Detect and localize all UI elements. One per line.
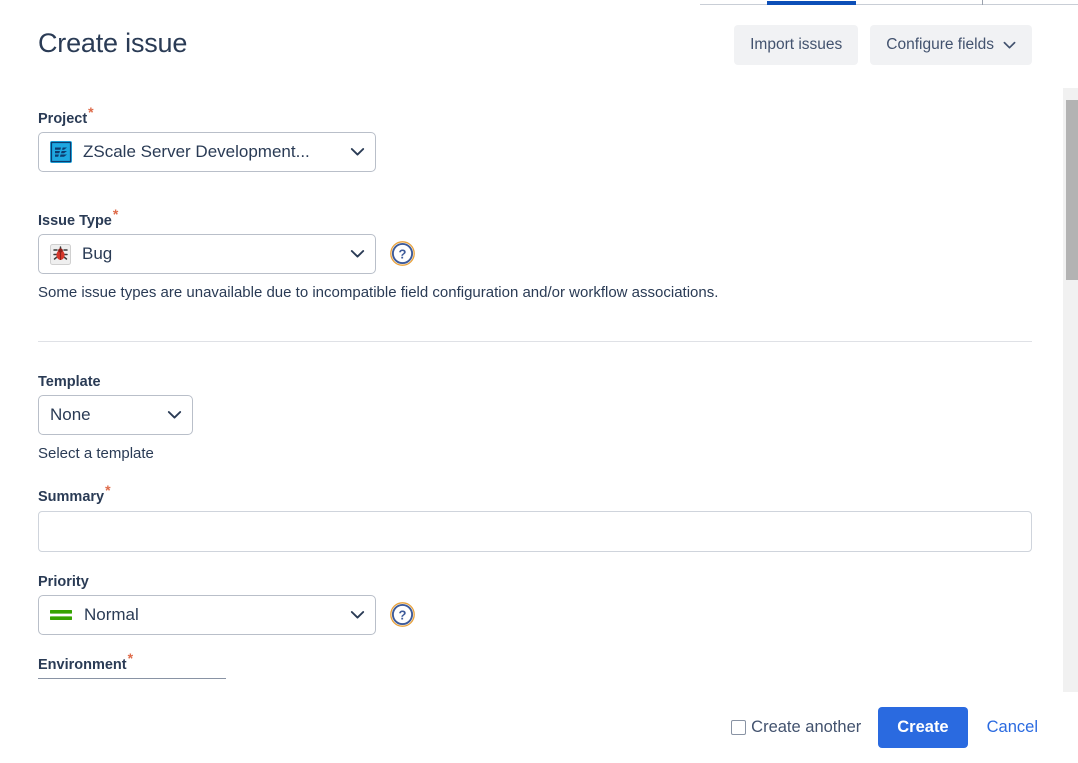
vertical-scrollbar-track[interactable]: [1063, 88, 1078, 692]
configure-fields-label: Configure fields: [886, 36, 994, 54]
required-asterisk: *: [128, 650, 133, 666]
project-label: Project*: [38, 110, 376, 128]
field-issue-type: Issue Type*: [38, 212, 718, 301]
page-title: Create issue: [38, 28, 187, 59]
import-issues-button[interactable]: Import issues: [734, 25, 858, 65]
top-strip-rule: [700, 4, 1078, 5]
environment-editor-top-border: [38, 678, 226, 679]
template-label: Template: [38, 373, 193, 391]
create-issue-dialog: Create issue Import issues Configure fie…: [0, 0, 1078, 763]
required-asterisk: *: [113, 206, 118, 222]
help-circle-icon[interactable]: ?: [389, 601, 416, 628]
issue-type-label: Issue Type*: [38, 212, 718, 230]
chevron-down-icon: [350, 147, 365, 157]
svg-text:?: ?: [399, 246, 407, 261]
configure-fields-button[interactable]: Configure fields: [870, 25, 1032, 65]
field-environment: Environment*: [38, 656, 133, 674]
bug-icon: [50, 244, 71, 265]
dialog-footer: Create another Create Cancel: [0, 692, 1078, 763]
chevron-down-icon: [350, 249, 365, 259]
issue-type-select[interactable]: Bug: [38, 234, 376, 274]
issue-type-hint: Some issue types are unavailable due to …: [38, 284, 718, 301]
chevron-down-icon: [167, 410, 182, 420]
active-tab-indicator: [767, 1, 856, 5]
template-value: None: [50, 405, 159, 425]
field-summary: Summary*: [38, 488, 1032, 552]
header-actions: Import issues Configure fields: [734, 25, 1032, 65]
template-hint: Select a template: [38, 445, 193, 462]
summary-input[interactable]: [38, 511, 1032, 552]
priority-label: Priority: [38, 573, 416, 591]
create-button[interactable]: Create: [878, 707, 967, 748]
chevron-down-icon: [1003, 40, 1016, 52]
chevron-down-icon: [350, 610, 365, 620]
project-value: ZScale Server Development...: [83, 142, 342, 162]
field-template: Template None Select a template: [38, 373, 193, 462]
import-issues-label: Import issues: [750, 36, 842, 54]
section-divider: [38, 341, 1032, 342]
environment-label: Environment*: [38, 656, 133, 674]
svg-text:?: ?: [399, 607, 407, 622]
field-project: Project* ZScale Server Development...: [38, 110, 376, 172]
issue-type-row: Bug ?: [38, 230, 718, 274]
project-avatar-icon: [50, 141, 72, 163]
project-select[interactable]: ZScale Server Development...: [38, 132, 376, 172]
create-another-checkbox-wrap[interactable]: Create another: [731, 718, 861, 737]
priority-normal-icon: [50, 607, 72, 623]
field-priority: Priority Normal: [38, 573, 416, 635]
priority-row: Normal ?: [38, 591, 416, 635]
help-circle-icon[interactable]: ?: [389, 240, 416, 267]
required-asterisk: *: [88, 104, 93, 120]
cancel-button[interactable]: Cancel: [985, 718, 1040, 737]
dialog-header: Create issue Import issues Configure fie…: [0, 6, 1046, 84]
issue-type-value: Bug: [82, 244, 342, 264]
priority-select[interactable]: Normal: [38, 595, 376, 635]
priority-value: Normal: [84, 605, 342, 625]
summary-label: Summary*: [38, 488, 1032, 506]
template-select[interactable]: None: [38, 395, 193, 435]
issue-form: Project* ZScale Server Development...: [0, 84, 1046, 692]
required-asterisk: *: [105, 482, 110, 498]
top-strip-divider: [982, 0, 983, 5]
vertical-scrollbar-thumb[interactable]: [1066, 100, 1078, 280]
create-another-checkbox[interactable]: [731, 720, 746, 735]
create-another-label: Create another: [751, 718, 861, 737]
